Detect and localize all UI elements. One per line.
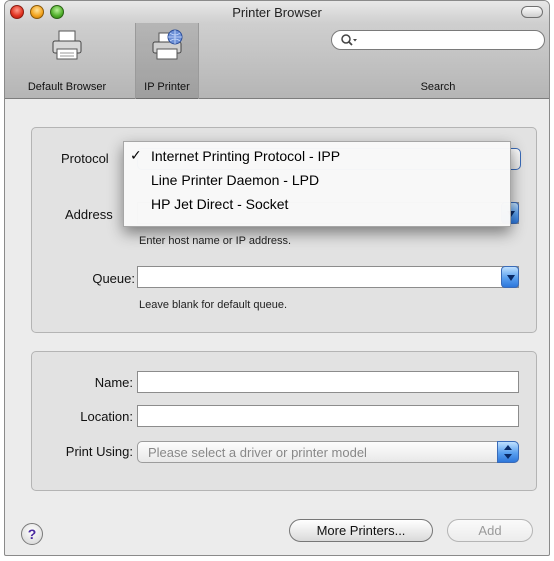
more-printers-button[interactable]: More Printers... [289, 519, 433, 542]
up-down-arrows-icon [497, 441, 519, 463]
menu-item-socket[interactable]: HP Jet Direct - Socket [124, 194, 510, 216]
add-button[interactable]: Add [447, 519, 533, 542]
address-hint: Enter host name or IP address. [139, 235, 292, 247]
menu-item-label: Line Printer Daemon - LPD [151, 172, 320, 188]
queue-input[interactable] [137, 266, 519, 288]
toolbar-toggle-button[interactable] [521, 6, 543, 18]
ip-printer-label: IP Printer [144, 81, 190, 93]
menu-item-lpd[interactable]: Line Printer Daemon - LPD [124, 170, 510, 192]
queue-label: Queue: [92, 271, 135, 286]
help-button[interactable]: ? [21, 523, 43, 545]
search-icon [340, 33, 358, 50]
name-label: Name: [94, 375, 133, 390]
network-printer-icon [150, 29, 184, 66]
queue-dropdown-button[interactable] [501, 266, 519, 288]
location-input[interactable] [137, 405, 519, 427]
menu-item-label: HP Jet Direct - Socket [151, 196, 289, 212]
protocol-menu: ✓ Internet Printing Protocol - IPP Line … [123, 141, 511, 227]
ip-printer-tab[interactable]: IP Printer [135, 23, 199, 99]
printer-icon [50, 29, 84, 66]
default-browser-tab[interactable]: Default Browser [5, 23, 129, 99]
printer-browser-window: Printer Browser Default Browser IP Print… [4, 0, 550, 556]
toolbar: Default Browser IP Printer Search [5, 23, 549, 99]
menu-item-ipp[interactable]: ✓ Internet Printing Protocol - IPP [124, 146, 510, 168]
name-input[interactable] [137, 371, 519, 393]
queue-hint: Leave blank for default queue. [139, 299, 288, 311]
print-using-popup[interactable]: Please select a driver or printer model [137, 441, 519, 463]
menu-item-label: Internet Printing Protocol - IPP [151, 148, 341, 164]
title-bar[interactable]: Printer Browser [5, 1, 549, 23]
print-using-label: Print Using: [65, 444, 133, 459]
search-input[interactable] [331, 30, 545, 50]
location-label: Location: [80, 409, 133, 424]
window-title: Printer Browser [232, 5, 322, 20]
print-using-placeholder: Please select a driver or printer model [148, 445, 367, 460]
search-label: Search [420, 81, 456, 93]
checkmark-icon: ✓ [130, 147, 142, 163]
search-tool: Search [325, 23, 549, 99]
default-browser-label: Default Browser [27, 81, 107, 93]
